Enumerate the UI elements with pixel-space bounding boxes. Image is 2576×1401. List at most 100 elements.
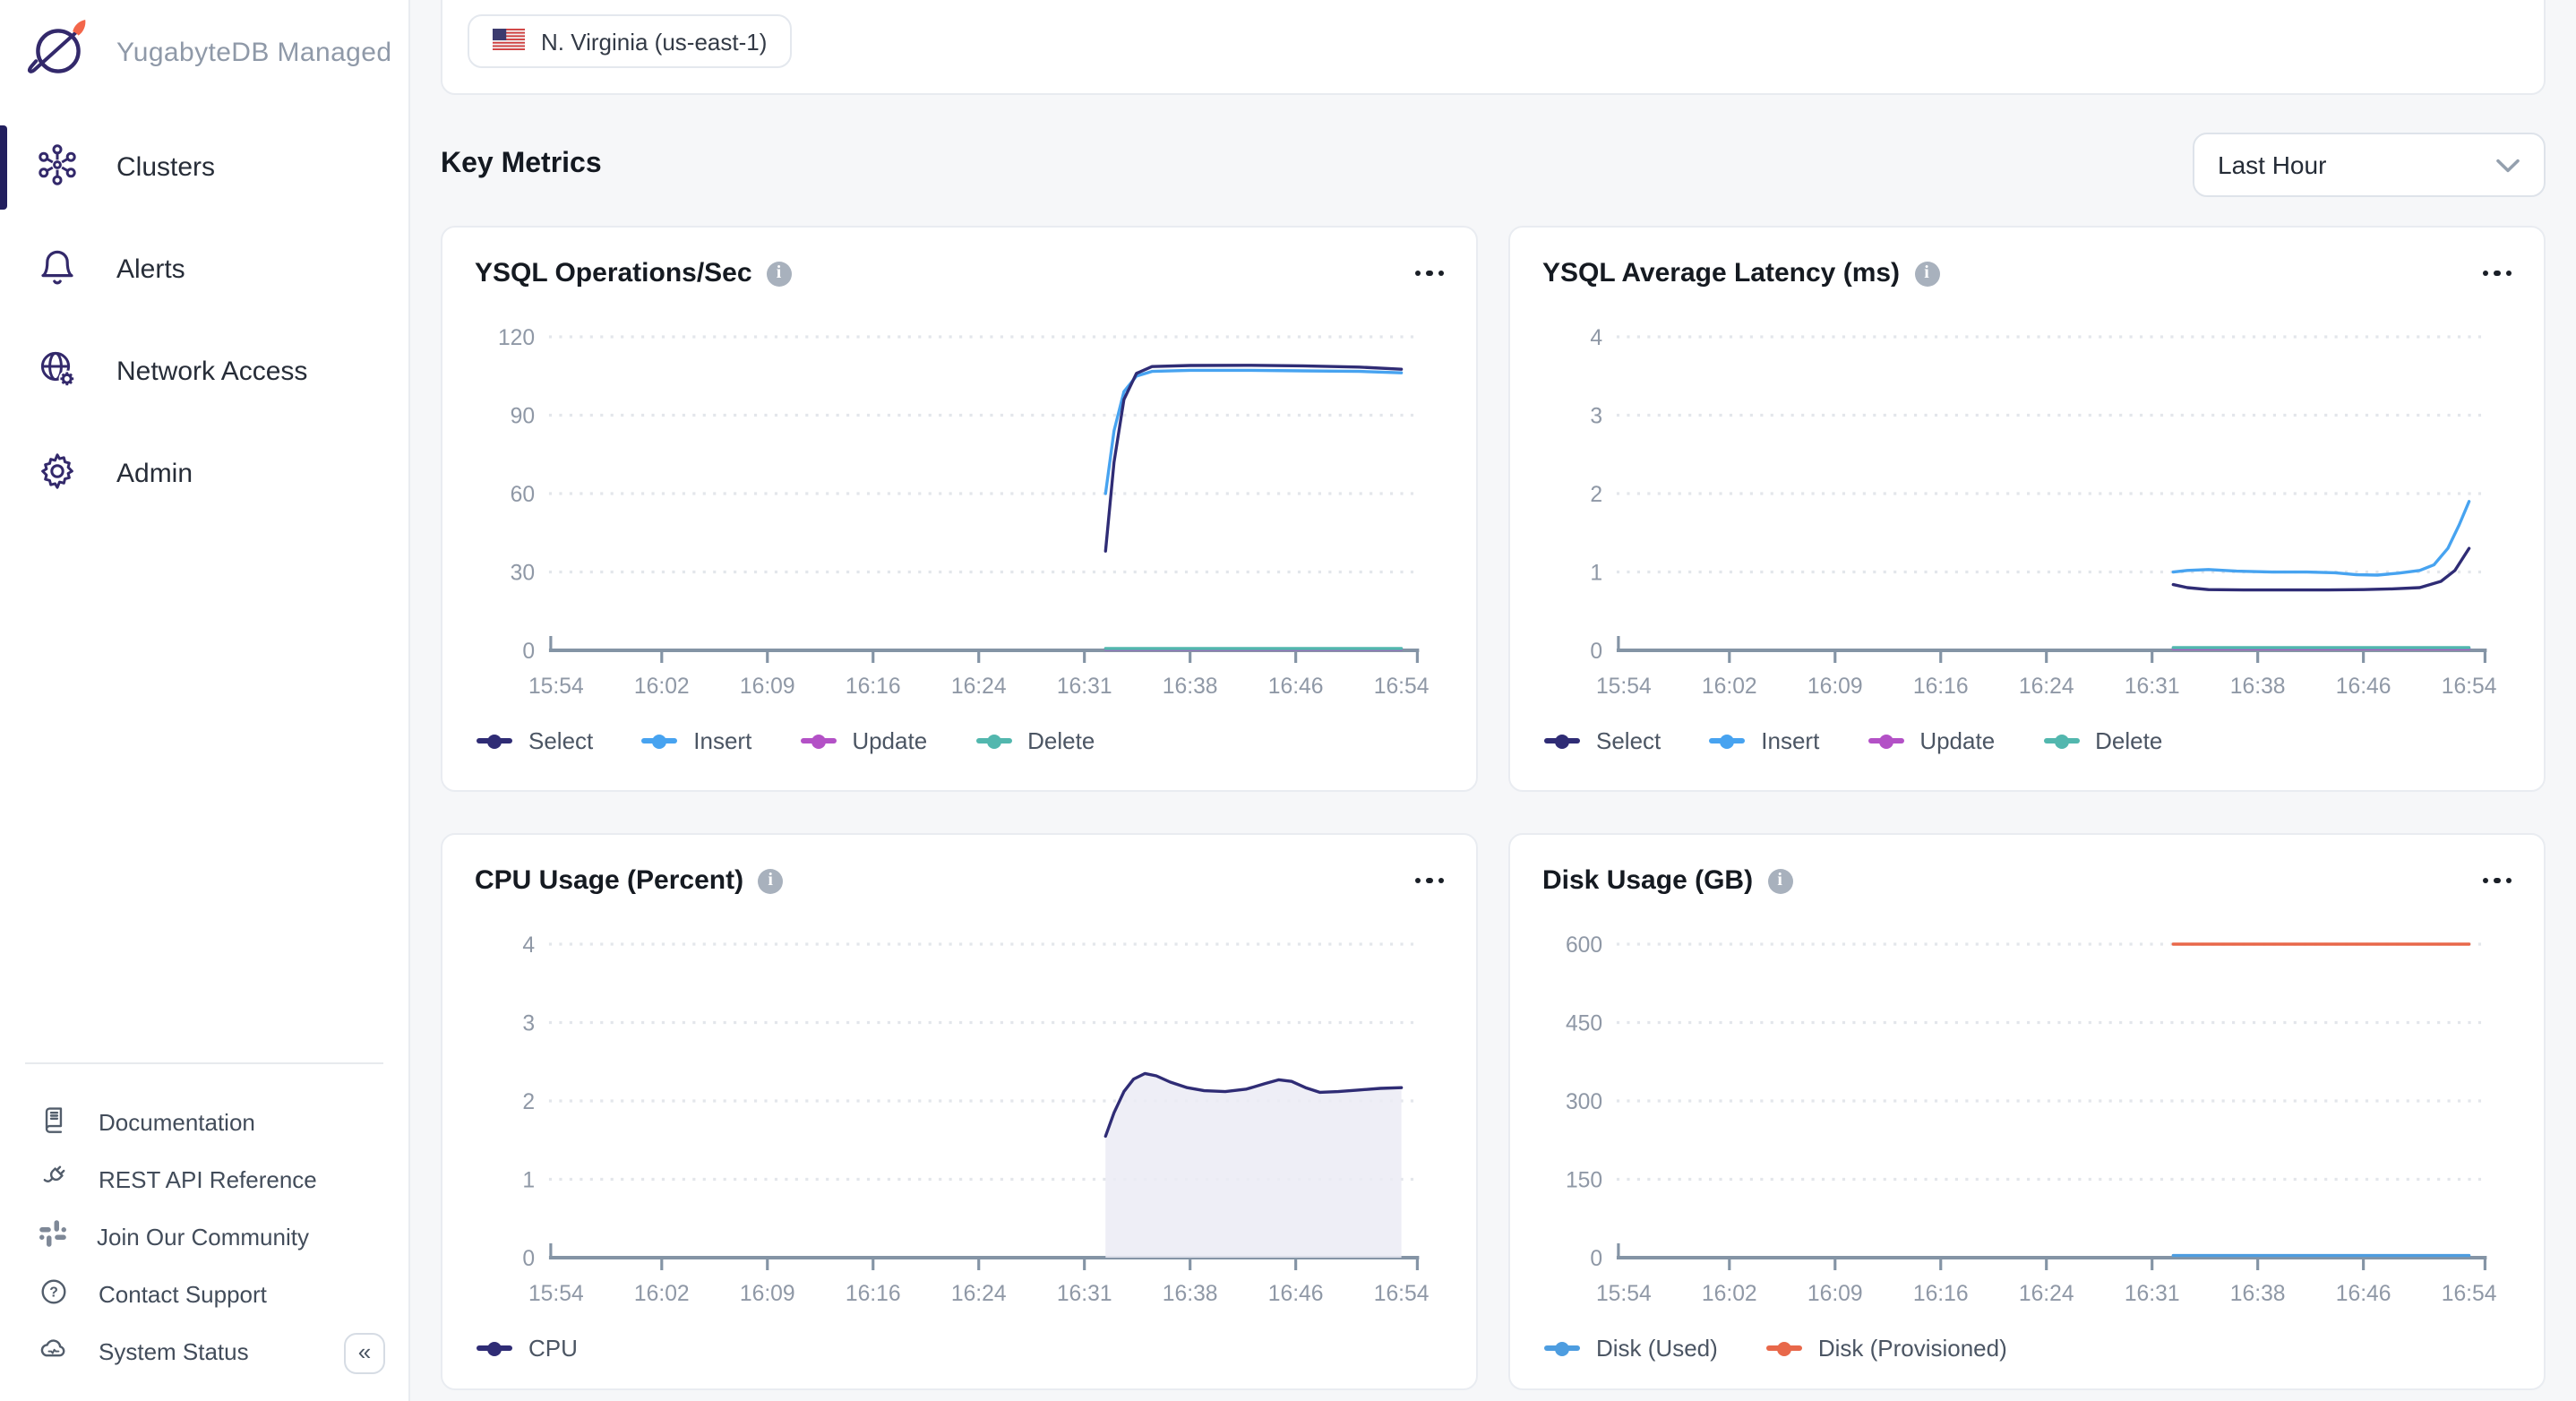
sidebar-link-label: Join Our Community <box>97 1223 309 1250</box>
brand-name: YugabyteDB Managed <box>116 37 391 67</box>
sidebar-link-community[interactable]: Join Our Community <box>0 1208 408 1265</box>
info-icon[interactable]: i <box>1914 261 1939 286</box>
svg-text:3: 3 <box>1590 404 1602 428</box>
legend-item: Insert <box>641 727 751 754</box>
svg-text:16:16: 16:16 <box>1913 1282 1969 1306</box>
svg-text:16:38: 16:38 <box>1163 675 1218 699</box>
svg-text:15:54: 15:54 <box>1596 675 1652 699</box>
svg-text:30: 30 <box>511 561 535 585</box>
svg-text:0: 0 <box>522 640 535 664</box>
svg-text:3: 3 <box>522 1011 535 1036</box>
chart-title: CPU Usage (Percent) <box>475 865 743 896</box>
time-range-dropdown[interactable]: Last Hour <box>2193 133 2546 197</box>
svg-text:1: 1 <box>1590 561 1602 585</box>
svg-text:16:09: 16:09 <box>740 675 795 699</box>
sidebar-item-alerts[interactable]: Alerts <box>0 219 408 321</box>
svg-text:16:09: 16:09 <box>740 1282 795 1306</box>
sidebar-footer: Documentation REST API Reference <box>0 1062 408 1380</box>
svg-text:16:46: 16:46 <box>2336 675 2391 699</box>
chart-canvas: 0123415:5416:0216:0916:1616:2416:3116:38… <box>1542 306 2512 718</box>
svg-text:2: 2 <box>1590 483 1602 507</box>
clusters-icon <box>36 142 79 193</box>
svg-text:90: 90 <box>511 404 535 428</box>
card-header: Disk Usage (GB) i <box>1510 835 2544 896</box>
svg-text:16:16: 16:16 <box>846 675 901 699</box>
svg-text:16:24: 16:24 <box>2019 1282 2074 1306</box>
region-chip[interactable]: N. Virginia (us-east-1) <box>468 14 792 68</box>
svg-text:16:46: 16:46 <box>1268 1282 1324 1306</box>
sidebar-item-network-access[interactable]: Network Access <box>0 321 408 423</box>
legend-marker <box>1709 738 1745 743</box>
svg-text:16:02: 16:02 <box>1702 1282 1757 1306</box>
chart-title: YSQL Operations/Sec <box>475 258 752 288</box>
legend-marker <box>800 738 836 743</box>
svg-text:16:31: 16:31 <box>2125 675 2180 699</box>
legend-label: Disk (Provisioned) <box>1818 1335 2007 1362</box>
info-icon[interactable]: i <box>1767 868 1792 893</box>
svg-text:120: 120 <box>498 326 535 350</box>
metrics-header: Key Metrics Last Hour <box>441 129 2546 201</box>
info-icon[interactable]: i <box>758 868 783 893</box>
legend-item: Delete <box>975 727 1095 754</box>
svg-text:300: 300 <box>1566 1090 1602 1114</box>
legend-item: Select <box>1544 727 1661 754</box>
svg-text:16:02: 16:02 <box>1702 675 1757 699</box>
svg-text:60: 60 <box>511 483 535 507</box>
chart-legend: Select Insert Update Delete <box>1544 727 2162 754</box>
sidebar-link-documentation[interactable]: Documentation <box>0 1093 408 1150</box>
sidebar-item-admin[interactable]: Admin <box>0 423 408 525</box>
sidebar-link-support[interactable]: ? Contact Support <box>0 1265 408 1322</box>
sidebar: YugabyteDB Managed Clusters <box>0 0 410 1401</box>
sidebar-item-clusters[interactable]: Clusters <box>0 116 408 219</box>
svg-text:?: ? <box>49 1284 58 1299</box>
svg-text:4: 4 <box>522 933 535 958</box>
chart-legend: SelectInsertUpdateDelete <box>477 727 1095 754</box>
page-title: Key Metrics <box>441 149 602 181</box>
sidebar-divider <box>25 1062 383 1064</box>
plug-icon <box>38 1160 70 1198</box>
svg-text:450: 450 <box>1566 1011 1602 1036</box>
more-options-button[interactable] <box>2482 263 2512 284</box>
sidebar-item-label: Alerts <box>116 254 185 285</box>
svg-text:15:54: 15:54 <box>1596 1282 1652 1306</box>
svg-text:16:46: 16:46 <box>2336 1282 2391 1306</box>
svg-text:15:54: 15:54 <box>528 1282 584 1306</box>
app-viewport: YugabyteDB Managed Clusters <box>0 0 2576 1401</box>
legend-label: Insert <box>1761 727 1819 754</box>
us-flag-icon <box>493 28 525 55</box>
chart-plot-area: 015030045060015:5416:0216:0916:1616:2416… <box>1542 914 2512 1326</box>
legend-marker <box>1544 738 1580 743</box>
legend-marker <box>1766 1345 1802 1351</box>
svg-text:16:54: 16:54 <box>2442 675 2497 699</box>
svg-text:16:24: 16:24 <box>951 1282 1007 1306</box>
svg-text:1: 1 <box>522 1168 535 1192</box>
more-options-button[interactable] <box>1414 871 1444 891</box>
sidebar-link-label: REST API Reference <box>99 1165 317 1192</box>
svg-text:16:38: 16:38 <box>2230 1282 2286 1306</box>
cloud-status-icon <box>38 1332 70 1370</box>
svg-text:16:24: 16:24 <box>2019 675 2074 699</box>
legend-label: Disk (Used) <box>1596 1335 1718 1362</box>
legend-label: Update <box>1919 727 1995 754</box>
svg-text:16:54: 16:54 <box>1374 675 1430 699</box>
metric-card-disk-usage: Disk Usage (GB) i 015030045060015:5416:0… <box>1508 833 2546 1390</box>
info-icon[interactable]: i <box>767 261 792 286</box>
gear-icon <box>36 449 79 499</box>
svg-text:0: 0 <box>1590 640 1602 664</box>
yugabytedb-logo-icon <box>23 12 95 92</box>
more-options-button[interactable] <box>2482 871 2512 891</box>
more-options-button[interactable] <box>1414 263 1444 284</box>
metric-card-ysql-latency: YSQL Average Latency (ms) i 0123415:5416… <box>1508 226 2546 792</box>
svg-text:16:31: 16:31 <box>2125 1282 2180 1306</box>
legend-marker <box>1544 1345 1580 1351</box>
slack-icon <box>38 1218 68 1254</box>
legend-item: Disk (Used) <box>1544 1335 1718 1362</box>
chart-title: YSQL Average Latency (ms) <box>1542 258 1900 288</box>
legend-item: Delete <box>2043 727 2162 754</box>
sidebar-item-label: Admin <box>116 459 193 489</box>
legend-label: Delete <box>1027 727 1095 754</box>
svg-text:150: 150 <box>1566 1168 1602 1192</box>
sidebar-collapse-button[interactable]: « <box>344 1333 385 1374</box>
sidebar-link-rest-api[interactable]: REST API Reference <box>0 1150 408 1208</box>
legend-label: Insert <box>693 727 751 754</box>
